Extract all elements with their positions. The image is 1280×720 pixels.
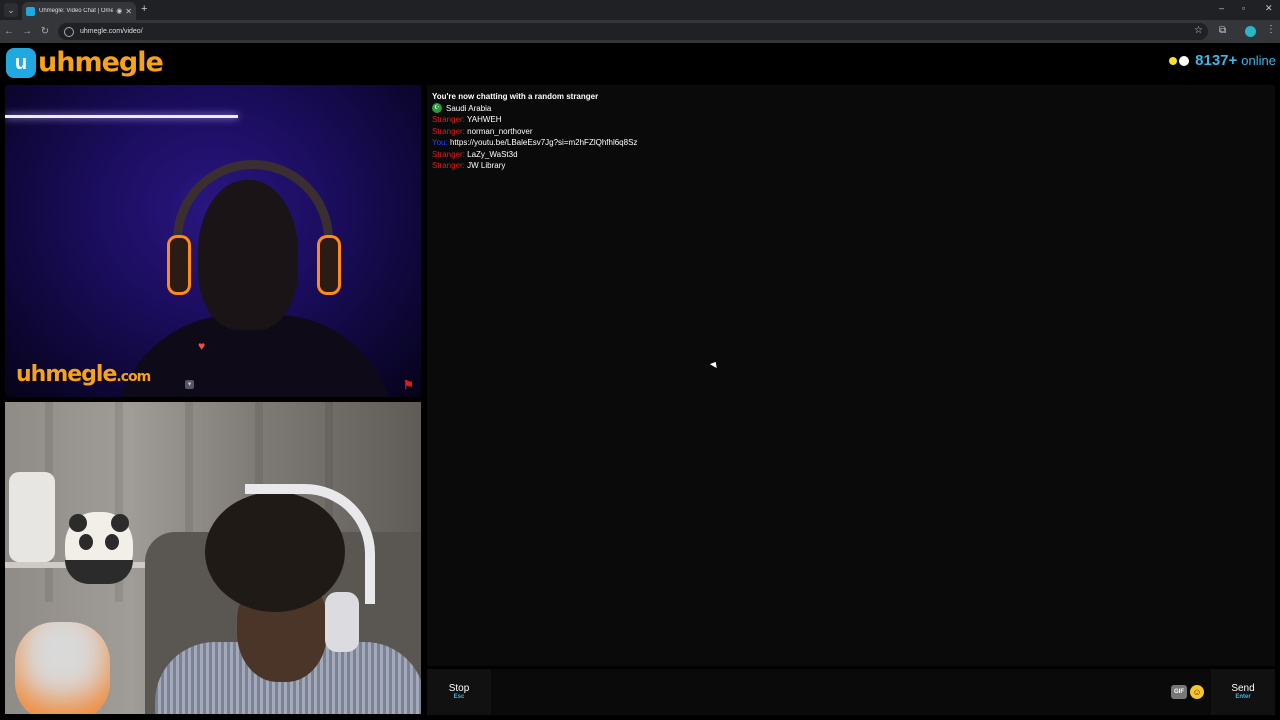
- background-light: [5, 115, 238, 118]
- stop-button[interactable]: Stop Esc: [427, 669, 491, 715]
- microphone: [15, 622, 110, 714]
- panda-eye: [79, 534, 93, 550]
- status-dot-icon: [1169, 56, 1178, 65]
- message-sender: Stranger:: [432, 149, 465, 159]
- country-flag-icon: ☪: [432, 103, 442, 114]
- reload-icon[interactable]: ↻: [36, 26, 54, 37]
- self-headset-ear: [325, 592, 359, 652]
- stop-label: Stop: [448, 683, 470, 694]
- chat-controls: Stop Esc GIF ☺ Send Enter: [427, 669, 1275, 715]
- message-text: YAHWEH: [466, 115, 502, 124]
- self-video: [5, 402, 421, 714]
- maximize-button[interactable]: ▫: [1242, 3, 1245, 13]
- send-label: Send: [1231, 683, 1255, 694]
- site-info-icon[interactable]: [64, 26, 74, 37]
- self-headset: [245, 484, 375, 604]
- message-sender: Stranger:: [432, 161, 465, 170]
- emoji-icon[interactable]: ☺: [1190, 685, 1204, 699]
- tab-close-icon[interactable]: ✕: [125, 7, 132, 16]
- watermark-text: uhmegle: [16, 362, 117, 387]
- chat-message: You: https://youtu.be/LBaleEsv7Jg?si=m2h…: [432, 137, 637, 149]
- chat-message: Stranger: YAHWEH: [432, 114, 637, 126]
- controller-stand: [9, 472, 55, 562]
- message-sender: Stranger:: [432, 115, 465, 124]
- heart-icon: ♥: [198, 339, 206, 353]
- site-header: u uhmegle 8137+ online: [0, 43, 1280, 83]
- chat-message: Stranger: norman_northover: [432, 126, 637, 138]
- url-text[interactable]: uhmegle.com/video/: [80, 28, 143, 35]
- online-count: 8137+: [1195, 52, 1238, 69]
- message-sender: You:: [432, 138, 448, 147]
- video-watermark: uhmegle.com: [16, 362, 151, 387]
- chat-status: You're now chatting with a random strang…: [432, 92, 599, 101]
- message-sender: Stranger:: [432, 126, 465, 136]
- report-flag-icon[interactable]: ⚑: [403, 378, 414, 392]
- stranger-headset: [173, 160, 333, 270]
- address-bar[interactable]: uhmegle.com/video/: [58, 23, 1208, 40]
- tab-search-icon[interactable]: ⌄: [4, 3, 18, 17]
- message-input[interactable]: [495, 669, 1165, 715]
- online-counter: 8137+ online: [1169, 52, 1276, 69]
- stranger-country: ☪ Saudi Arabia: [432, 103, 637, 115]
- info-icon[interactable]: ▾: [185, 380, 194, 389]
- back-icon[interactable]: ←: [0, 26, 18, 37]
- stranger-video: ♥ uhmegle.com ▾ ⚑: [5, 85, 421, 397]
- browser-toolbar: ← → ↻ uhmegle.com/video/: [0, 20, 1280, 43]
- stranger-headset-ear: [167, 235, 191, 295]
- stop-shortcut: Esc: [453, 694, 465, 700]
- message-text: norman_northover: [467, 126, 533, 136]
- chat-messages: You're now chatting with a random strang…: [432, 91, 637, 172]
- browser-menu-icon[interactable]: ⋮: [1266, 24, 1276, 35]
- chat-message: Stranger: JW Library: [432, 160, 637, 172]
- logo-mark-icon: u: [6, 47, 36, 78]
- bookmark-star-icon[interactable]: ☆: [1194, 25, 1203, 36]
- tab-title: Uhmegle: Video Chat | Omegle: [39, 8, 114, 14]
- mouse-cursor-icon: [709, 359, 720, 369]
- site-logo[interactable]: u uhmegle: [6, 47, 164, 78]
- status-dot-icon: [1179, 55, 1190, 66]
- new-tab-button[interactable]: +: [141, 3, 147, 15]
- panda-plush: [65, 512, 133, 584]
- message-text: JW Library: [467, 161, 506, 170]
- message-text: LaZy_WaSt3d: [467, 149, 518, 159]
- gif-button[interactable]: GIF: [1171, 685, 1187, 699]
- stranger-headset-ear: [317, 235, 341, 295]
- send-button[interactable]: Send Enter: [1211, 669, 1275, 715]
- chat-log: You're now chatting with a random strang…: [427, 85, 1275, 666]
- browser-tab[interactable]: Uhmegle: Video Chat | Omegle ◉ ✕: [22, 2, 136, 20]
- panda-ear: [111, 514, 129, 532]
- send-shortcut: Enter: [1235, 694, 1251, 700]
- watermark-suffix: .com: [116, 369, 151, 385]
- panda-ear: [69, 514, 87, 532]
- audio-playing-icon[interactable]: ◉: [116, 7, 122, 15]
- profile-avatar[interactable]: [1245, 26, 1256, 37]
- minimize-button[interactable]: –: [1219, 3, 1224, 13]
- logo-text: uhmegle: [38, 47, 164, 78]
- chat-message: Stranger: LaZy_WaSt3d: [432, 149, 637, 161]
- favicon-icon: [26, 6, 35, 16]
- panda-eye: [105, 534, 119, 550]
- online-label: online: [1241, 53, 1276, 68]
- message-link[interactable]: https://youtu.be/LBaleEsv7Jg?si=m2hFZlQh…: [450, 138, 637, 147]
- country-name: Saudi Arabia: [446, 103, 492, 113]
- extensions-icon[interactable]: ⧉: [1219, 25, 1226, 36]
- forward-icon[interactable]: →: [18, 26, 36, 37]
- browser-tab-bar: ⌄ Uhmegle: Video Chat | Omegle ◉ ✕ + – ▫…: [0, 0, 1280, 20]
- close-window-button[interactable]: ✕: [1265, 3, 1273, 14]
